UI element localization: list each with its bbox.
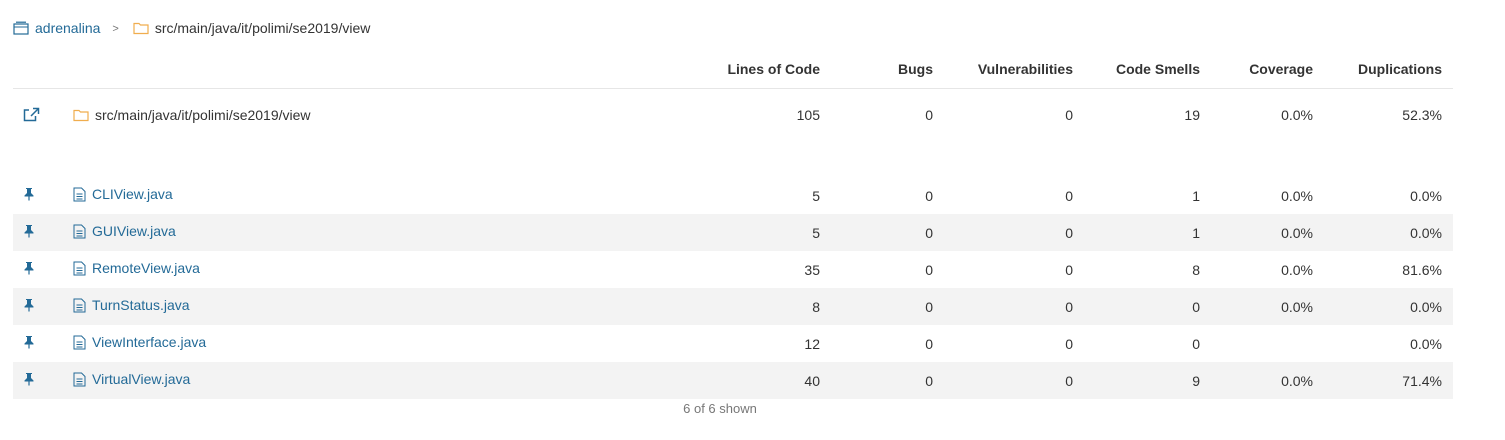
lines-of-code-cell[interactable]: 35 xyxy=(613,251,820,288)
base-code-smells[interactable]: 19 xyxy=(1073,89,1200,162)
column-bugs[interactable]: Bugs xyxy=(820,50,933,89)
vulnerabilities-cell[interactable]: 0 xyxy=(933,325,1073,362)
file-name: ViewInterface.java xyxy=(92,334,207,351)
base-component-row: src/main/java/it/polimi/se2019/view 105 … xyxy=(13,89,1453,162)
bugs-cell[interactable]: 0 xyxy=(820,177,933,214)
vulnerabilities-cell[interactable]: 0 xyxy=(933,251,1073,288)
code-smells-cell[interactable]: 0 xyxy=(1073,325,1200,362)
file-name: TurnStatus.java xyxy=(92,297,190,314)
duplications-cell[interactable]: 0.0% xyxy=(1313,214,1453,251)
duplications-cell[interactable]: 81.6% xyxy=(1313,251,1453,288)
breadcrumb-project-label[interactable]: adrenalina xyxy=(35,20,100,36)
coverage-cell[interactable]: 0.0% xyxy=(1200,177,1313,214)
base-vulnerabilities[interactable]: 0 xyxy=(933,89,1073,162)
bugs-cell[interactable]: 0 xyxy=(820,251,933,288)
file-icon xyxy=(73,298,86,313)
duplications-cell[interactable]: 71.4% xyxy=(1313,362,1453,399)
table-header-row: Lines of Code Bugs Vulnerabilities Code … xyxy=(13,50,1453,89)
lines-of-code-cell[interactable]: 8 xyxy=(613,288,820,325)
project-icon xyxy=(13,21,29,35)
code-smells-cell[interactable]: 8 xyxy=(1073,251,1200,288)
table-row: RemoteView.java 35 0 0 8 0.0% 81.6% xyxy=(13,251,1453,288)
file-link[interactable]: TurnStatus.java xyxy=(73,297,190,313)
breadcrumb-path: src/main/java/it/polimi/se2019/view xyxy=(133,20,371,36)
pagination-footer: 6 of 6 shown xyxy=(13,401,1453,416)
coverage-cell[interactable] xyxy=(1200,325,1313,362)
pin-icon[interactable] xyxy=(23,262,35,278)
lines-of-code-cell[interactable]: 12 xyxy=(613,325,820,362)
coverage-cell[interactable]: 0.0% xyxy=(1200,362,1313,399)
table-row: ViewInterface.java 12 0 0 0 0.0% xyxy=(13,325,1453,362)
file-link[interactable]: RemoteView.java xyxy=(73,260,200,276)
folder-icon xyxy=(73,108,89,122)
bugs-cell[interactable]: 0 xyxy=(820,325,933,362)
duplications-cell[interactable]: 0.0% xyxy=(1313,288,1453,325)
lines-of-code-cell[interactable]: 5 xyxy=(613,214,820,251)
pin-icon[interactable] xyxy=(23,225,35,241)
bugs-cell[interactable]: 0 xyxy=(820,288,933,325)
breadcrumb: adrenalina > src/main/java/it/polimi/se2… xyxy=(13,18,370,38)
table-row: TurnStatus.java 8 0 0 0 0.0% 0.0% xyxy=(13,288,1453,325)
base-component-name: src/main/java/it/polimi/se2019/view xyxy=(95,107,311,123)
bugs-cell[interactable]: 0 xyxy=(820,214,933,251)
file-icon xyxy=(73,187,86,202)
vulnerabilities-cell[interactable]: 0 xyxy=(933,177,1073,214)
file-icon xyxy=(73,335,86,350)
table-row: GUIView.java 5 0 0 1 0.0% 0.0% xyxy=(13,214,1453,251)
file-name: RemoteView.java xyxy=(92,260,200,277)
duplications-cell[interactable]: 0.0% xyxy=(1313,325,1453,362)
table-row: VirtualView.java 40 0 0 9 0.0% 71.4% xyxy=(13,362,1453,399)
breadcrumb-project[interactable]: adrenalina xyxy=(13,20,100,36)
measures-table: Lines of Code Bugs Vulnerabilities Code … xyxy=(13,50,1453,399)
pin-icon[interactable] xyxy=(23,336,35,352)
column-lines-of-code[interactable]: Lines of Code xyxy=(613,50,820,89)
lines-of-code-cell[interactable]: 5 xyxy=(613,177,820,214)
breadcrumb-separator: > xyxy=(112,23,119,35)
base-component-link[interactable]: src/main/java/it/polimi/se2019/view xyxy=(73,107,311,123)
file-icon xyxy=(73,261,86,276)
file-link[interactable]: ViewInterface.java xyxy=(73,334,206,350)
vulnerabilities-cell[interactable]: 0 xyxy=(933,214,1073,251)
column-duplications[interactable]: Duplications xyxy=(1313,50,1453,89)
pin-icon[interactable] xyxy=(23,373,35,389)
vulnerabilities-cell[interactable]: 0 xyxy=(933,288,1073,325)
code-smells-cell[interactable]: 1 xyxy=(1073,214,1200,251)
pin-icon[interactable] xyxy=(23,299,35,315)
column-vulnerabilities[interactable]: Vulnerabilities xyxy=(933,50,1073,89)
base-bugs[interactable]: 0 xyxy=(820,89,933,162)
breadcrumb-path-label: src/main/java/it/polimi/se2019/view xyxy=(154,20,371,36)
coverage-cell[interactable]: 0.0% xyxy=(1200,214,1313,251)
file-name: VirtualView.java xyxy=(92,371,191,388)
file-name: CLIView.java xyxy=(92,186,173,203)
duplications-cell[interactable]: 0.0% xyxy=(1313,177,1453,214)
file-link[interactable]: GUIView.java xyxy=(73,223,176,239)
vulnerabilities-cell[interactable]: 0 xyxy=(933,362,1073,399)
pin-icon[interactable] xyxy=(23,188,35,204)
code-smells-cell[interactable]: 9 xyxy=(1073,362,1200,399)
file-icon xyxy=(73,372,86,387)
base-lines-of-code[interactable]: 105 xyxy=(613,89,820,162)
file-name: GUIView.java xyxy=(92,223,176,240)
column-coverage[interactable]: Coverage xyxy=(1200,50,1313,89)
bugs-cell[interactable]: 0 xyxy=(820,362,933,399)
table-row: CLIView.java 5 0 0 1 0.0% 0.0% xyxy=(13,177,1453,214)
coverage-cell[interactable]: 0.0% xyxy=(1200,251,1313,288)
file-icon xyxy=(73,224,86,239)
open-new-window-icon[interactable] xyxy=(23,107,40,125)
file-link[interactable]: VirtualView.java xyxy=(73,371,190,387)
lines-of-code-cell[interactable]: 40 xyxy=(613,362,820,399)
column-code-smells[interactable]: Code Smells xyxy=(1073,50,1200,89)
shown-count: 6 of 6 shown xyxy=(683,401,757,416)
base-duplications[interactable]: 52.3% xyxy=(1313,89,1453,162)
base-coverage[interactable]: 0.0% xyxy=(1200,89,1313,162)
code-smells-cell[interactable]: 0 xyxy=(1073,288,1200,325)
code-smells-cell[interactable]: 1 xyxy=(1073,177,1200,214)
file-link[interactable]: CLIView.java xyxy=(73,186,173,202)
folder-icon xyxy=(133,21,149,35)
coverage-cell[interactable]: 0.0% xyxy=(1200,288,1313,325)
